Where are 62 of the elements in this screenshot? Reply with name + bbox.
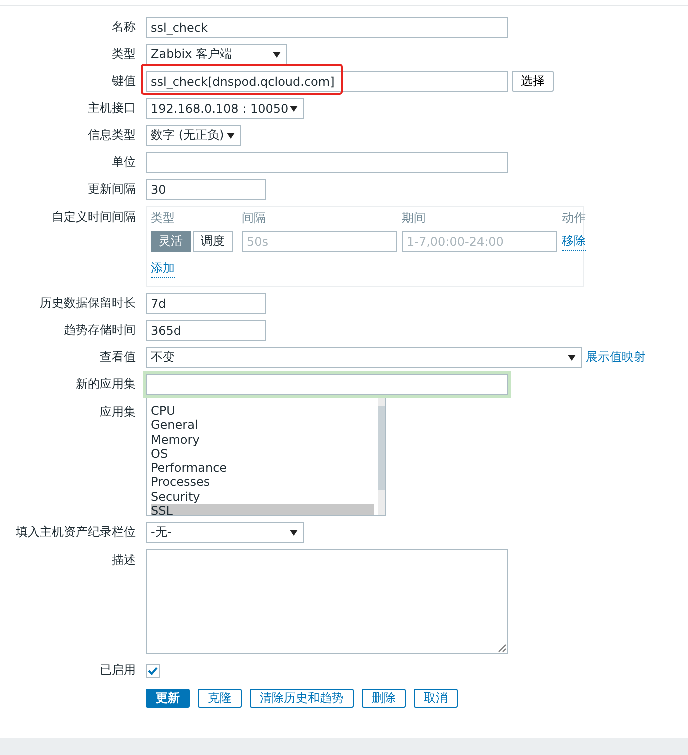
dropdown-field[interactable]: 不变 — [146, 347, 582, 368]
checkbox[interactable] — [146, 664, 160, 678]
field-label: 已启用 — [100, 662, 136, 679]
interval-field[interactable]: 50s — [242, 231, 397, 252]
field-label: 查看值 — [100, 349, 136, 366]
dropdown-field[interactable]: 数字 (无正负) — [146, 125, 241, 146]
list-item[interactable]: CPU — [151, 404, 374, 418]
text-field[interactable]: ssl_check — [146, 17, 508, 38]
period-field[interactable]: 1-7,00:00-24:00 — [402, 231, 557, 252]
description-field[interactable] — [146, 549, 508, 654]
action-button[interactable]: 更新 — [146, 689, 190, 708]
list-item[interactable]: General — [151, 418, 374, 433]
mode-tab[interactable]: 调度 — [193, 231, 233, 252]
list-item[interactable]: SSL — [151, 504, 374, 515]
action-button[interactable]: 清除历史和趋势 — [250, 689, 354, 708]
value-mapping-link[interactable]: 展示值映射 — [586, 349, 646, 366]
action-button[interactable]: 删除 — [362, 689, 406, 708]
field-label: 应用集 — [100, 404, 136, 421]
select-button[interactable]: 选择 — [512, 71, 554, 92]
caret-icon — [290, 106, 298, 112]
field-label: 键值 — [112, 73, 136, 90]
field-label: 类型 — [112, 46, 136, 63]
dropdown-field[interactable]: -无- — [146, 522, 304, 543]
text-field[interactable]: 30 — [146, 179, 266, 200]
list-item[interactable]: Memory — [151, 432, 374, 447]
dropdown-field[interactable]: 192.168.0.108 : 10050 — [146, 98, 304, 119]
dropdown-field[interactable]: Zabbix 客户端 — [146, 44, 287, 65]
field-label: 填入主机资产纪录栏位 — [16, 524, 136, 541]
scrollbar[interactable] — [378, 398, 385, 515]
remove-link[interactable]: 移除 — [562, 232, 586, 250]
column-header: 动作 — [562, 210, 586, 227]
text-field[interactable]: 7d — [146, 293, 266, 314]
list-item[interactable]: Performance — [151, 461, 374, 476]
text-field[interactable]: 365d — [146, 320, 266, 341]
field-label: 新的应用集 — [76, 376, 136, 393]
field-label: 更新间隔 — [88, 181, 136, 198]
caret-icon — [290, 530, 298, 536]
list-item[interactable]: OS — [151, 446, 374, 462]
field-label: 名称 — [112, 19, 136, 36]
text-field[interactable] — [146, 152, 508, 173]
column-header: 期间 — [402, 210, 427, 227]
caret-icon — [273, 52, 281, 58]
field-label: 单位 — [112, 154, 136, 171]
field-label: 主机接口 — [88, 100, 136, 117]
application-list[interactable]: CPU General Memory OS Performance Processes Security SSL — [146, 397, 386, 516]
text-field[interactable] — [146, 374, 508, 395]
column-header: 类型 — [151, 210, 176, 227]
field-label: 自定义时间间隔 — [52, 209, 136, 226]
resize-grip-icon[interactable] — [498, 644, 506, 652]
field-label: 信息类型 — [88, 127, 136, 144]
action-button[interactable]: 取消 — [414, 689, 458, 708]
field-label: 描述 — [112, 552, 136, 569]
list-item[interactable]: Processes — [151, 475, 374, 490]
add-link[interactable]: 添加 — [151, 260, 175, 278]
action-button[interactable]: 克隆 — [198, 689, 242, 708]
field-label: 趋势存储时间 — [64, 322, 136, 339]
field-label: 历史数据保留时长 — [40, 295, 136, 312]
column-header: 间隔 — [242, 210, 267, 227]
list-item[interactable]: Security — [151, 490, 374, 504]
text-field[interactable]: ssl_check[dnspod.qcloud.com] — [146, 71, 508, 92]
caret-icon — [227, 132, 235, 138]
caret-icon — [568, 354, 576, 360]
